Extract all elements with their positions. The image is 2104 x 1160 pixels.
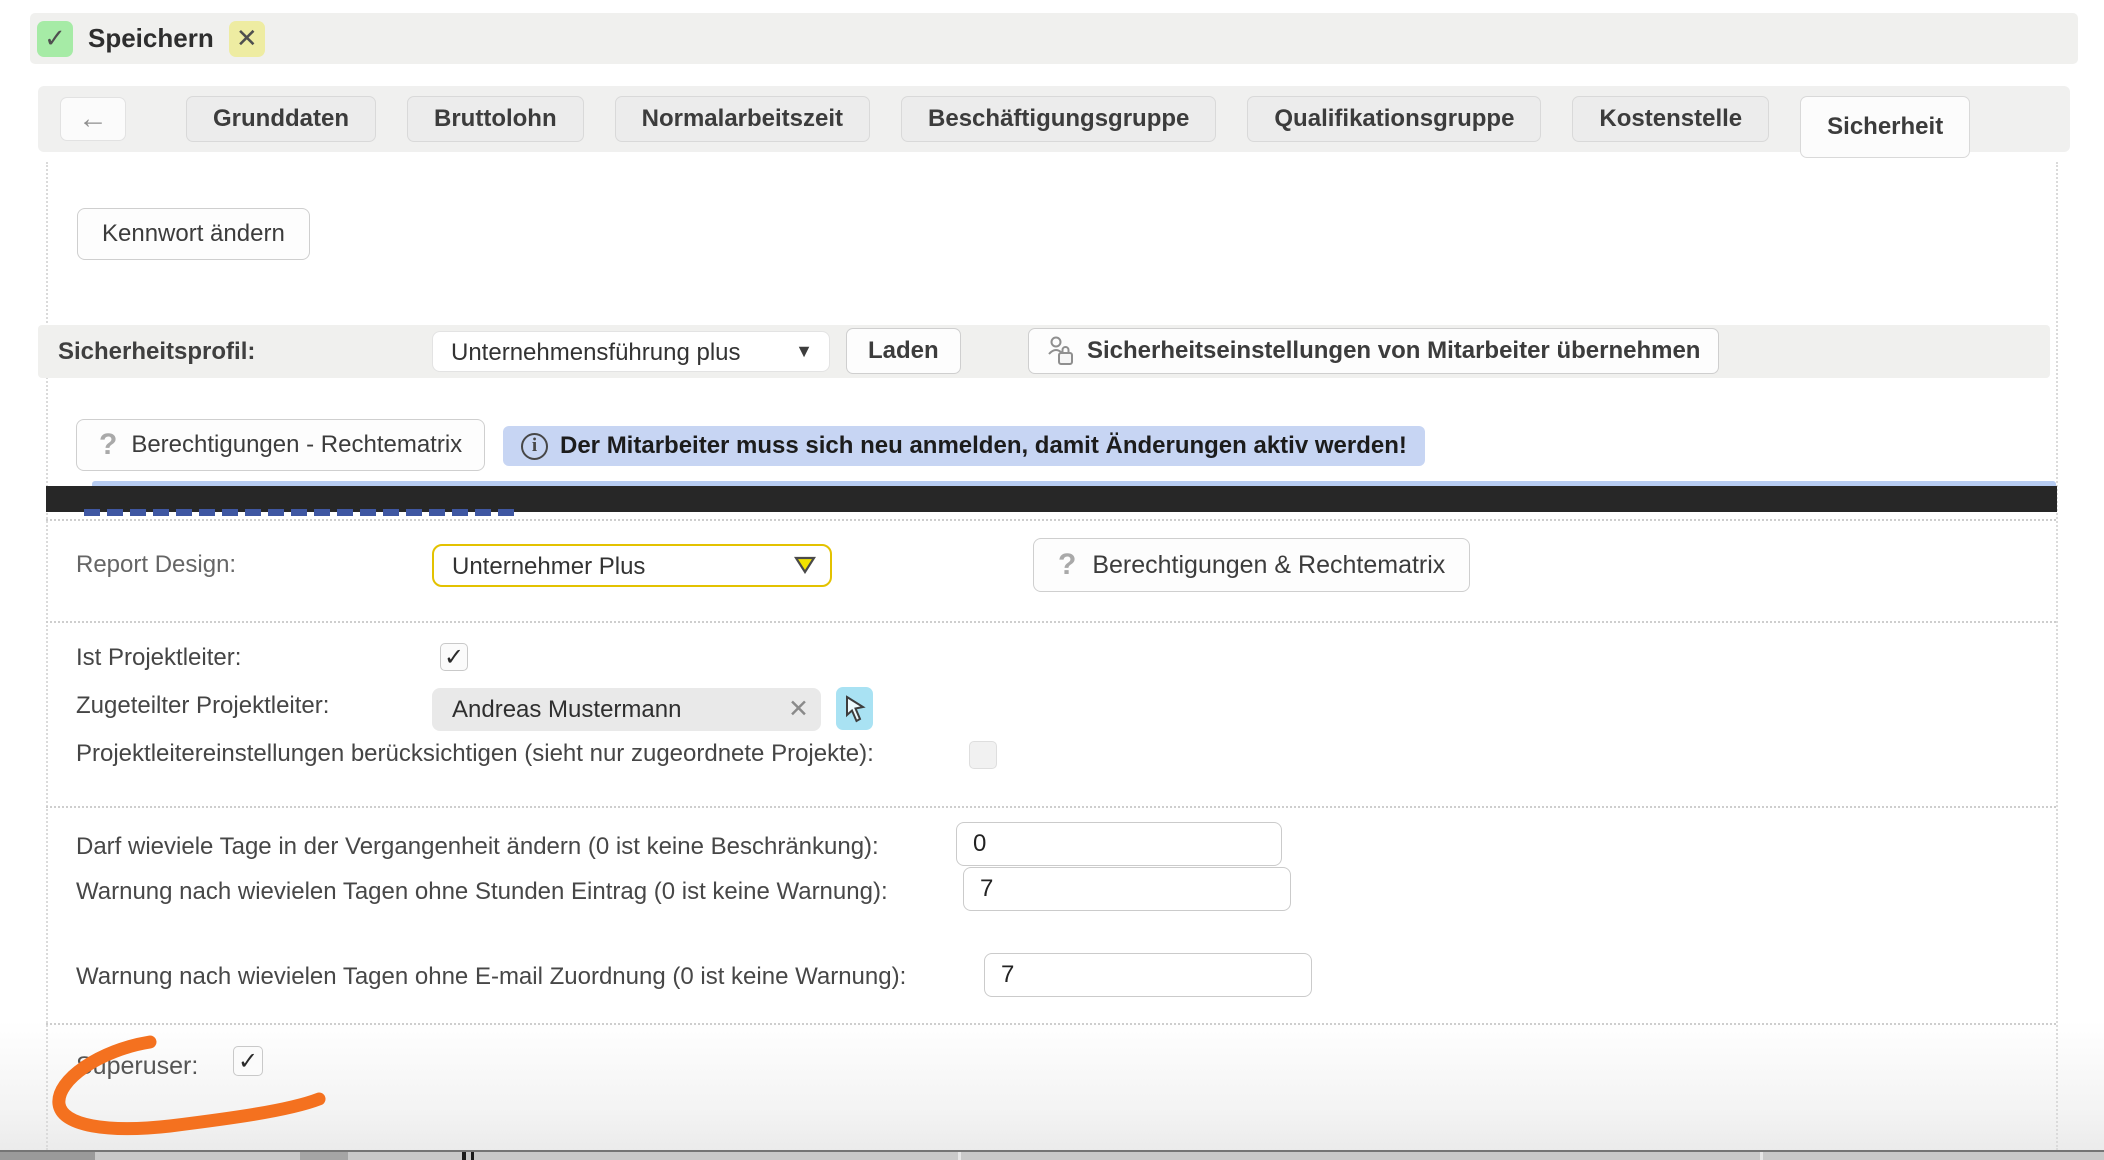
bottom-panel-edge — [0, 1150, 2104, 1160]
permissions-rightsmatrix-button[interactable]: ? Berechtigungen & Rechtematrix — [1033, 538, 1470, 592]
security-profile-select[interactable]: Unternehmensführung plus ▼ — [432, 331, 830, 372]
question-icon: ? — [1058, 548, 1076, 582]
chevron-down-icon: ▼ — [795, 341, 813, 362]
tab-kostenstelle[interactable]: Kostenstelle — [1572, 96, 1769, 142]
separator — [46, 621, 2056, 623]
orange-annotation-swoosh — [30, 1028, 330, 1148]
assigned-projectleader-value: Andreas Mustermann — [452, 696, 681, 724]
permissions-rightsmatrix-label: Berechtigungen & Rechtematrix — [1092, 551, 1445, 580]
report-design-select[interactable]: Unternehmer Plus — [432, 544, 832, 587]
checkbox-check-glyph: ✓ — [444, 643, 464, 672]
tab-grunddaten[interactable]: Grunddaten — [186, 96, 376, 142]
days-past-label: Darf wieviele Tage in der Vergangenheit … — [76, 833, 879, 861]
question-icon: ? — [99, 428, 117, 462]
cancel-x-icon[interactable]: ✕ — [229, 21, 265, 57]
panel-border-left — [46, 162, 48, 1150]
back-button[interactable]: ← — [60, 97, 126, 141]
tab-bruttolohn[interactable]: Bruttolohn — [407, 96, 584, 142]
redacted-text-fragment — [84, 509, 514, 516]
warning-hours-label: Warnung nach wievielen Tagen ohne Stunde… — [76, 878, 888, 906]
assigned-projectleader-label: Zugeteilter Projektleiter: — [76, 692, 329, 720]
consider-settings-label: Projektleitereinstellungen berücksichtig… — [76, 740, 874, 768]
permissions-matrix-button[interactable]: ? Berechtigungen - Rechtematrix — [76, 419, 485, 471]
info-icon: i — [521, 433, 548, 460]
tab-beschaeftigungsgruppe[interactable]: Beschäftigungsgruppe — [901, 96, 1216, 142]
security-profile-row: Sicherheitsprofil: Unternehmensführung p… — [38, 325, 2050, 378]
permissions-matrix-label: Berechtigungen - Rechtematrix — [131, 431, 462, 459]
is-projectleader-checkbox[interactable]: ✓ — [440, 643, 468, 671]
relogin-notice-text: Der Mitarbeiter muss sich neu anmelden, … — [560, 432, 1407, 460]
panel-border-right — [2056, 162, 2058, 1150]
person-lock-icon — [1047, 335, 1075, 367]
relogin-notice: i Der Mitarbeiter muss sich neu anmelden… — [503, 426, 1425, 466]
is-projectleader-label: Ist Projektleiter: — [76, 644, 241, 672]
check-glyph: ✓ — [44, 23, 66, 54]
report-design-label: Report Design: — [76, 551, 236, 579]
days-past-input[interactable] — [956, 822, 1282, 866]
warning-email-label: Warnung nach wievielen Tagen ohne E-mail… — [76, 963, 906, 991]
projectleader-picker-button[interactable] — [836, 687, 873, 730]
separator — [46, 806, 2056, 808]
yellow-dropdown-icon — [794, 556, 816, 574]
tab-sicherheit[interactable]: Sicherheit — [1800, 96, 1970, 158]
save-label: Speichern — [88, 23, 214, 54]
save-check-icon[interactable]: ✓ — [37, 21, 73, 57]
adopt-security-label: Sicherheitseinstellungen von Mitarbeiter… — [1087, 337, 1700, 365]
tab-bar: ← Grunddaten Bruttolohn Normalarbeitszei… — [38, 86, 2070, 152]
report-design-value: Unternehmer Plus — [452, 553, 645, 581]
adopt-security-button[interactable]: Sicherheitseinstellungen von Mitarbeiter… — [1028, 328, 1719, 374]
consider-settings-checkbox[interactable] — [969, 741, 997, 769]
separator — [46, 519, 2056, 521]
tab-normalarbeitszeit[interactable]: Normalarbeitszeit — [615, 96, 870, 142]
change-password-button[interactable]: Kennwort ändern — [77, 208, 310, 260]
save-toolbar: ✓ Speichern ✕ — [30, 13, 2078, 64]
security-profile-value: Unternehmensführung plus — [451, 339, 741, 367]
back-arrow-icon: ← — [78, 102, 108, 135]
tab-qualifikationsgruppe[interactable]: Qualifikationsgruppe — [1247, 96, 1541, 142]
cursor-pointer-icon — [843, 695, 867, 723]
tab-list: Grunddaten Bruttolohn Normalarbeitszeit … — [186, 86, 1970, 152]
security-profile-label: Sicherheitsprofil: — [58, 338, 255, 366]
warning-email-input[interactable] — [984, 953, 1312, 997]
close-glyph: ✕ — [236, 23, 258, 54]
clear-icon[interactable]: ✕ — [788, 694, 809, 724]
warning-hours-input[interactable] — [963, 867, 1291, 911]
separator — [46, 1023, 2056, 1025]
assigned-projectleader-field[interactable]: Andreas Mustermann ✕ — [432, 688, 821, 731]
load-button[interactable]: Laden — [846, 328, 961, 374]
